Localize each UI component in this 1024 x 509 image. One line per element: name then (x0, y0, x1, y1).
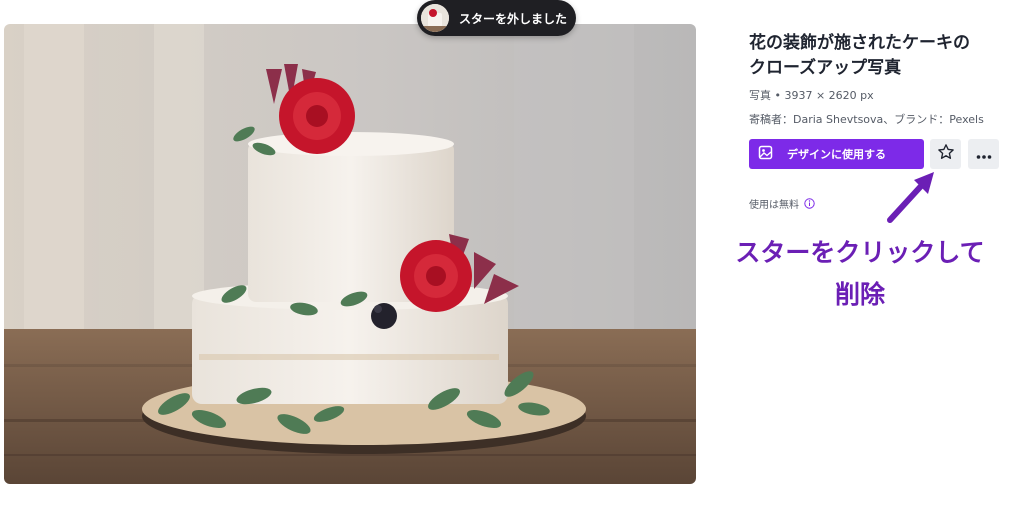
cake-photo-illustration (4, 24, 696, 484)
asset-title: 花の装飾が施されたケーキの クローズアップ写真 (749, 31, 1009, 81)
use-in-design-label: デザインに使用する (787, 148, 886, 161)
license-text: 使用は無料 (749, 200, 799, 211)
use-in-design-button[interactable]: デザインに使用する (749, 139, 924, 169)
more-icon (976, 145, 992, 164)
asset-title-line1: 花の装飾が施されたケーキの (749, 33, 970, 53)
annotation-line2: 削除 (834, 280, 885, 309)
annotation-line1: スターをクリックして (735, 238, 985, 267)
annotation-text: スターをクリックして 削除 (712, 232, 1008, 316)
star-button[interactable] (930, 139, 961, 169)
cake-thumbnail (421, 4, 449, 32)
asset-title-line2: クローズアップ写真 (749, 58, 902, 78)
image-icon (758, 145, 773, 163)
toast-notification: スターを外しました (417, 0, 576, 36)
more-options-button[interactable] (968, 139, 999, 169)
info-icon[interactable] (804, 198, 815, 209)
license-info: 使用は無料 (749, 196, 815, 211)
asset-author: 寄稿者：Daria Shevtsova、ブランド：Pexels (749, 113, 984, 126)
asset-meta: 写真 • 3937 × 2620 px (749, 89, 874, 102)
toast-message: スターを外しました (459, 11, 568, 26)
annotation-arrow (880, 170, 940, 234)
star-icon (937, 143, 955, 165)
cake-photo (4, 24, 696, 484)
